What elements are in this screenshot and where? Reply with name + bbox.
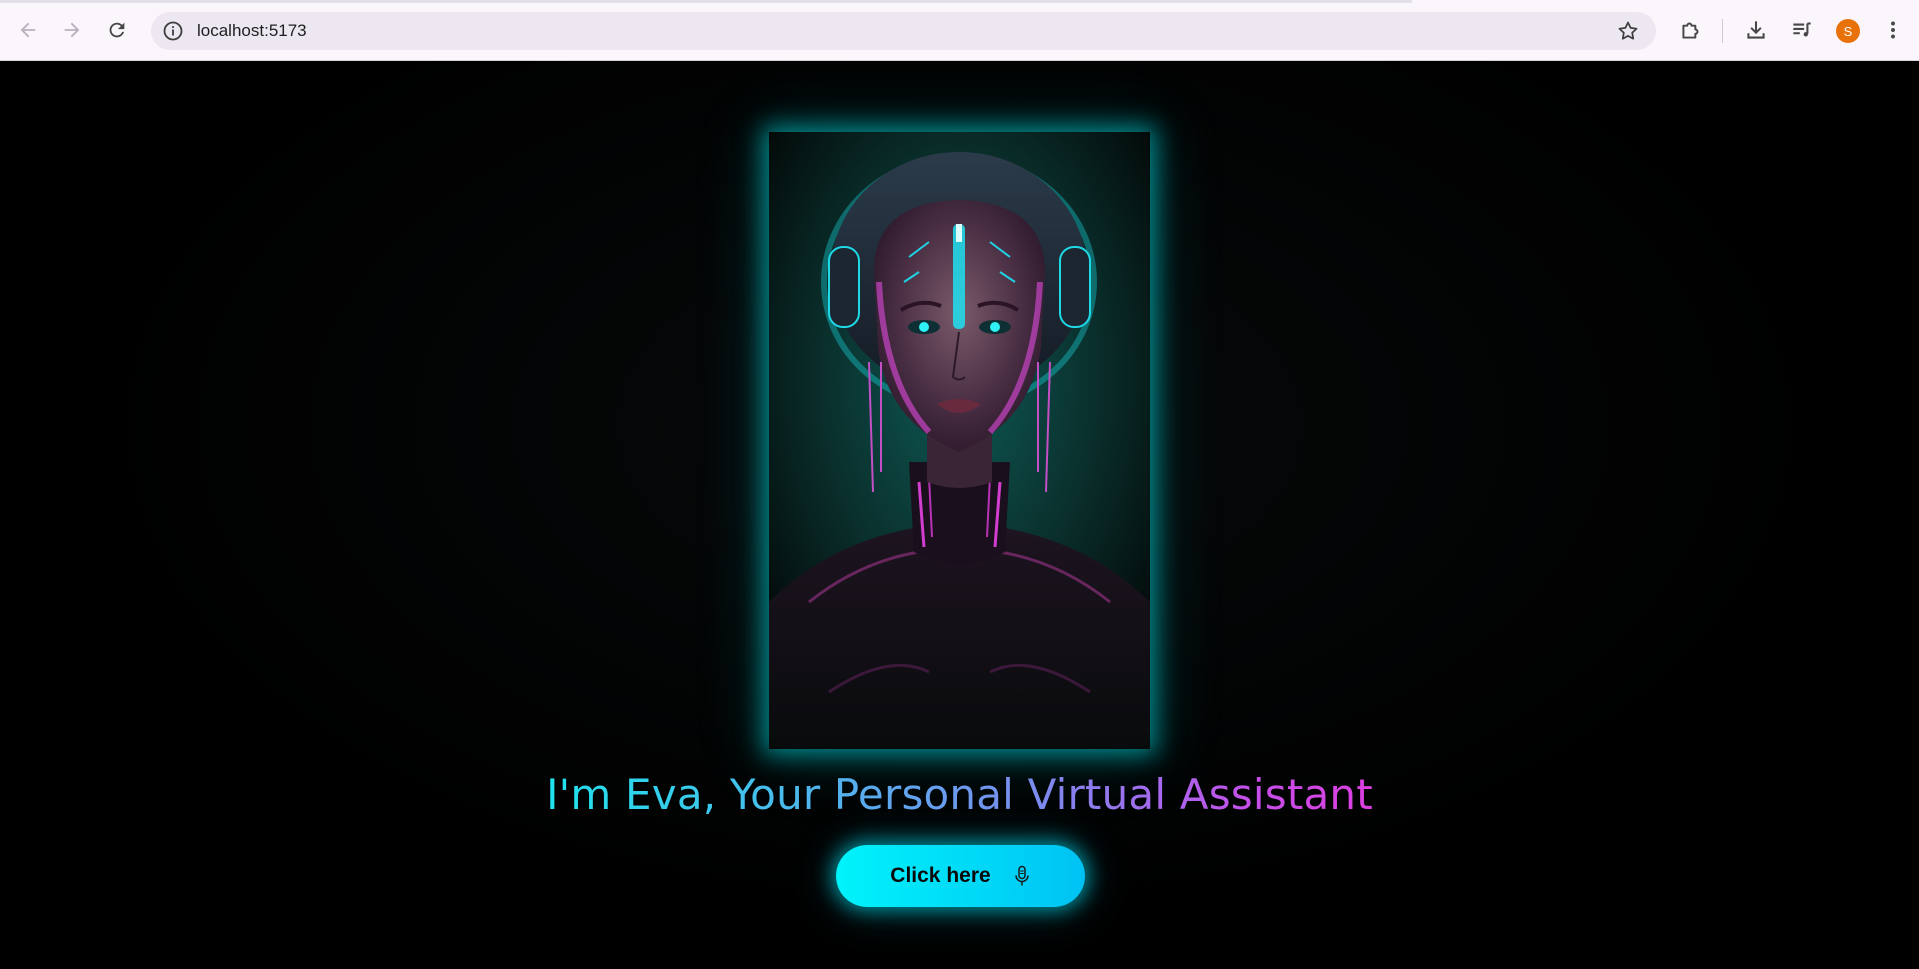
media-controls-icon[interactable] [1789,17,1815,43]
click-here-button[interactable]: Click here [836,845,1085,907]
browser-toolbar: localhost:5173 S [0,0,1919,61]
forward-icon [64,22,80,38]
more-menu-icon[interactable] [1880,17,1906,43]
back-button[interactable] [12,14,44,46]
microphone-icon [1014,865,1029,886]
site-info-icon[interactable] [161,19,185,43]
url-text[interactable]: localhost:5173 [197,21,307,41]
page-viewport: I'm Eva, Your Personal Virtual Assistant… [0,62,1919,969]
assistant-portrait [769,132,1150,749]
profile-avatar[interactable]: S [1836,19,1860,43]
toolbar-separator [1722,19,1723,43]
download-icon[interactable] [1743,17,1769,43]
forward-button[interactable] [56,14,88,46]
extensions-icon[interactable] [1678,17,1704,43]
reload-button[interactable] [101,14,133,46]
reload-icon [109,22,125,38]
button-label: Click here [890,864,991,887]
address-bar[interactable]: localhost:5173 [151,12,1656,50]
page-title: I'm Eva, Your Personal Virtual Assistant [0,770,1919,819]
portrait-image [769,132,1150,749]
headline-text: I'm Eva, Your Personal Virtual Assistant [546,770,1373,819]
bookmark-star-icon[interactable] [1616,19,1640,43]
tab-strip-edge [0,0,1412,3]
back-icon [20,22,36,38]
